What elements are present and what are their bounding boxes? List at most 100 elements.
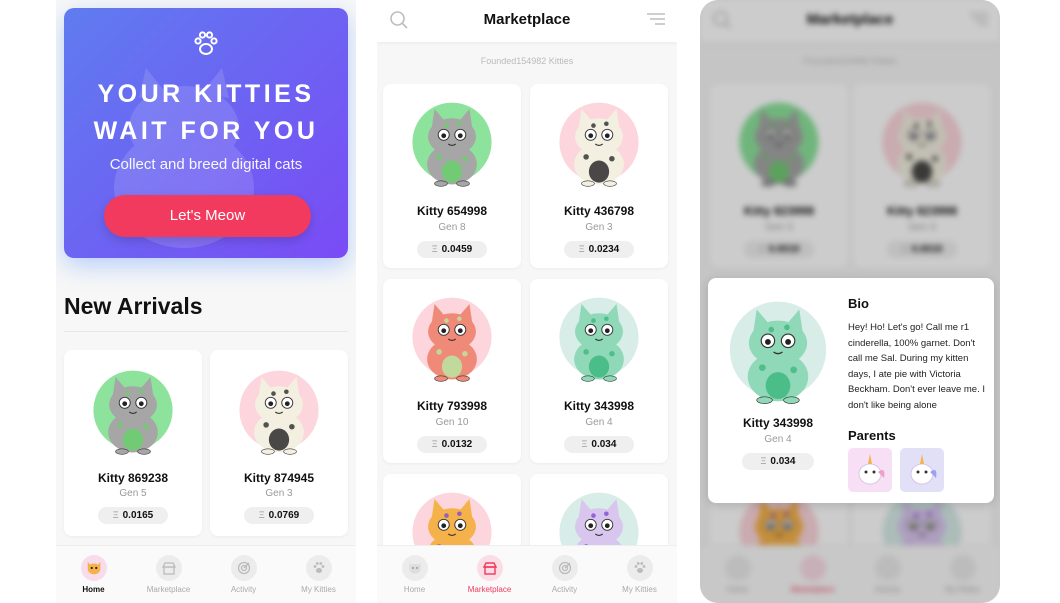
- kitty-image: [406, 98, 498, 195]
- kitty-name: Kitty 869238: [97, 471, 169, 485]
- tab-marketplace[interactable]: Marketplace: [131, 546, 206, 603]
- eth-icon: Ξ: [431, 244, 438, 254]
- kitty-name: Kitty 654998: [416, 204, 488, 218]
- kitty-card[interactable]: Kitty 869238 Gen 5 Ξ 0.0165: [64, 350, 202, 536]
- parent-thumbnail[interactable]: [900, 448, 944, 492]
- kitty-image: [233, 366, 325, 463]
- kitty-gen: Gen 4: [585, 417, 613, 428]
- kitty-price: Ξ 0.034: [742, 453, 814, 470]
- eth-icon: Ξ: [431, 439, 438, 449]
- kitty-name: Kitty 343998: [563, 399, 635, 413]
- eth-icon: Ξ: [581, 439, 588, 449]
- tab-label: My Kitties: [622, 585, 657, 594]
- cat-icon: [729, 301, 827, 404]
- tab-bar: Home Marketplace Activity My Kitties: [377, 545, 677, 603]
- home-screen: YOUR KITTIES WAIT FOR YOU Collect and br…: [56, 0, 356, 603]
- kitty-price: Ξ 0.0459: [417, 241, 487, 258]
- kitty-price: Ξ 0.0769: [244, 507, 314, 524]
- cat-icon: [239, 370, 319, 455]
- divider: [64, 331, 348, 332]
- tab-label: Marketplace: [146, 585, 191, 594]
- page-title: Marketplace: [483, 11, 571, 28]
- hero-banner: YOUR KITTIES WAIT FOR YOU Collect and br…: [64, 8, 348, 258]
- founded-count: Founded154982 Kitties: [480, 56, 574, 66]
- price-value: 0.0769: [268, 510, 300, 521]
- kitty-price: Ξ 0.0234: [564, 241, 634, 258]
- hero-subtitle: Collect and breed digital cats: [109, 156, 303, 173]
- kitty-gen: Gen 4: [764, 434, 792, 445]
- kitty-name: Kitty 874945: [243, 471, 315, 485]
- activity-icon: [551, 555, 578, 581]
- kitty-card[interactable]: Kitty 343998 Gen 4 Ξ 0.034: [530, 279, 668, 463]
- kitty-image: [406, 293, 498, 390]
- kitty-card[interactable]: Kitty 874945 Gen 3 Ξ 0.0769: [210, 350, 348, 536]
- eth-icon: Ξ: [258, 510, 265, 520]
- tab-label: Activity: [230, 585, 257, 594]
- price-value: 0.0132: [441, 439, 473, 450]
- eth-icon: Ξ: [578, 244, 585, 254]
- paw-icon: [194, 31, 218, 55]
- cat-icon: [559, 297, 639, 382]
- activity-icon: [230, 555, 257, 581]
- eth-icon: Ξ: [112, 510, 119, 520]
- unicorn-cat-icon: [858, 454, 885, 485]
- cat-face-icon: [80, 555, 107, 581]
- kitty-card[interactable]: Kitty 793998 Gen 10 Ξ 0.0132: [383, 279, 521, 463]
- tab-bar: Home Marketplace Activity My Kitties: [56, 545, 356, 603]
- kitty-image: [553, 293, 645, 390]
- paw-icon: [305, 555, 332, 581]
- kitty-gen: Gen 3: [265, 488, 293, 499]
- kitty-image: [722, 296, 834, 413]
- kitty-name: Kitty 436798: [563, 204, 635, 218]
- tab-my-kitties[interactable]: My Kitties: [602, 546, 677, 603]
- store-icon: [476, 555, 503, 581]
- price-value: 0.0459: [441, 244, 473, 255]
- marketplace-screen: Marketplace Founded154982 Kitties Kitty …: [377, 0, 677, 603]
- tab-my-kitties[interactable]: My Kitties: [281, 546, 356, 603]
- hero-title: YOUR KITTIES WAIT FOR YOU: [93, 80, 319, 145]
- tab-label: Home: [82, 585, 105, 594]
- tab-label: My Kitties: [301, 585, 336, 594]
- tab-marketplace[interactable]: Marketplace: [452, 546, 527, 603]
- kitty-name: Kitty 343998: [742, 416, 814, 430]
- section-title: New Arrivals: [64, 293, 203, 319]
- kitty-detail-modal: Kitty 343998 Gen 4 Ξ 0.034 Bio Hey! Ho! L…: [708, 278, 994, 503]
- kitty-gen: Gen 8: [438, 222, 466, 233]
- tab-activity[interactable]: Activity: [206, 546, 281, 603]
- bio-text: Hey! Ho! Let's go! Call me r1 cinderella…: [848, 322, 985, 411]
- price-value: 0.034: [591, 439, 617, 450]
- kitty-gen: Gen 5: [119, 488, 147, 499]
- parent-thumbnail[interactable]: [848, 448, 892, 492]
- cat-icon: [559, 102, 639, 187]
- cat-icon: [412, 297, 492, 382]
- cat-face-icon: [401, 555, 428, 581]
- tab-home[interactable]: Home: [56, 546, 131, 603]
- paw-icon: [626, 555, 653, 581]
- kitty-card[interactable]: Kitty 654998 Gen 8 Ξ 0.0459: [383, 84, 521, 268]
- unicorn-cat-icon: [910, 454, 937, 485]
- kitty-name: Kitty 793998: [416, 399, 488, 413]
- tab-label: Marketplace: [467, 585, 512, 594]
- tab-label: Activity: [551, 585, 578, 594]
- kitty-image: [553, 98, 645, 195]
- cat-icon: [93, 370, 173, 455]
- kitty-card[interactable]: Kitty 436798 Gen 3 Ξ 0.0234: [530, 84, 668, 268]
- store-icon: [155, 555, 182, 581]
- price-value: 0.0165: [122, 510, 154, 521]
- kitty-price: Ξ 0.034: [564, 436, 634, 453]
- kitty-gen: Gen 3: [585, 222, 613, 233]
- price-value: 0.0234: [588, 244, 620, 255]
- tab-activity[interactable]: Activity: [527, 546, 602, 603]
- eth-icon: Ξ: [760, 456, 767, 466]
- kitty-gen: Gen 10: [435, 417, 469, 428]
- kitty-detail-screen: Marketplace Founded154982 Kitties Kitty …: [700, 0, 1000, 603]
- filter-icon[interactable]: [647, 13, 665, 27]
- tab-label: Home: [403, 585, 426, 594]
- kitty-price: Ξ 0.0132: [417, 436, 487, 453]
- lets-meow-button[interactable]: Let's Meow: [104, 195, 311, 237]
- kitty-image: [87, 366, 179, 463]
- tab-home[interactable]: Home: [377, 546, 452, 603]
- parents-heading: Parents: [848, 428, 896, 443]
- bio-heading: Bio: [848, 296, 869, 311]
- top-bar: Marketplace: [377, 0, 677, 42]
